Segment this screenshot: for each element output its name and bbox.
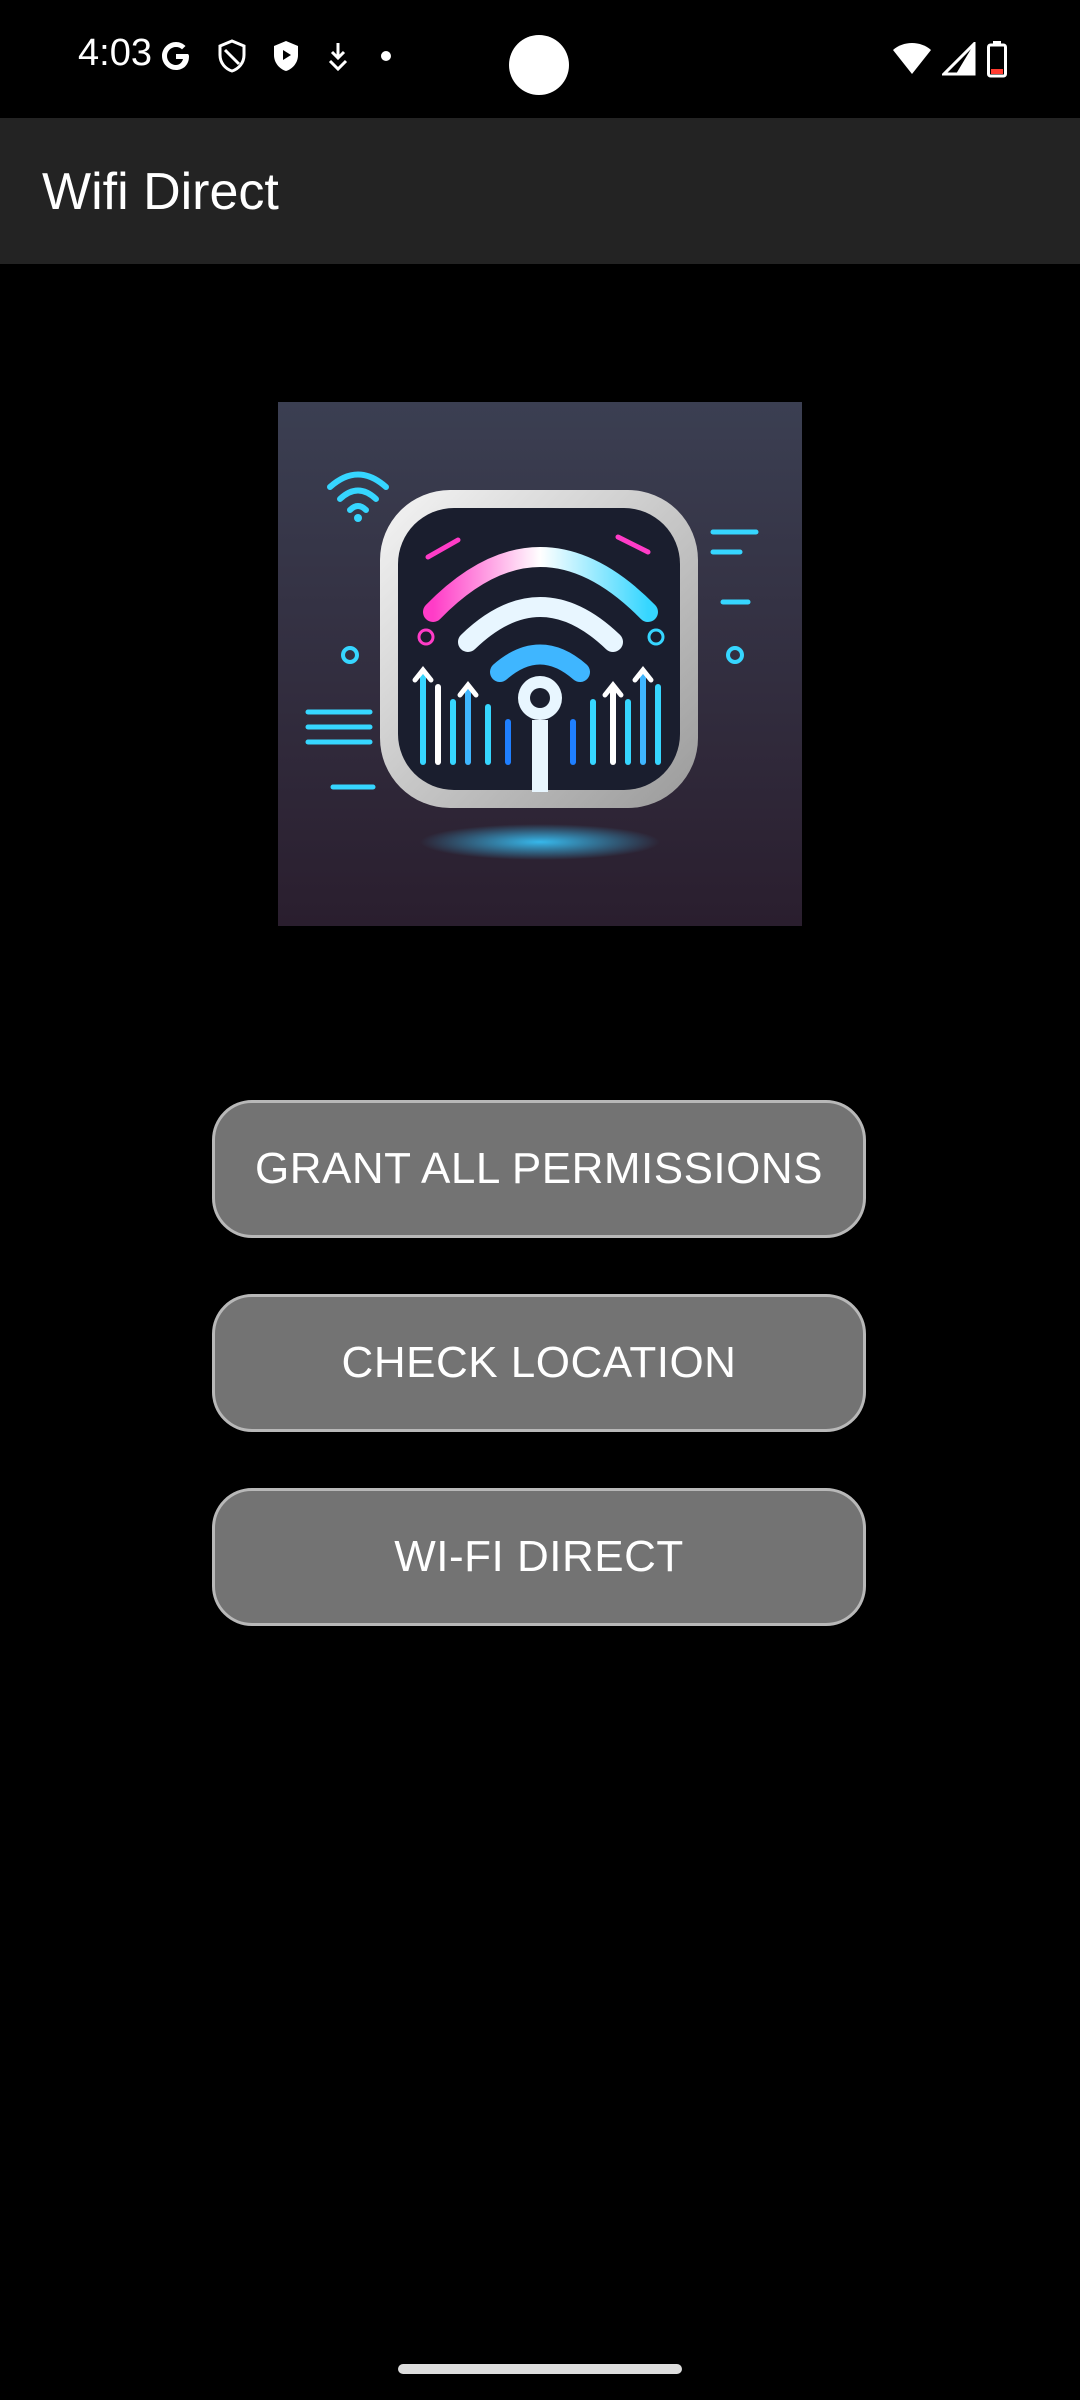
shield-filled-icon — [270, 38, 302, 74]
status-notification-icons — [158, 38, 398, 74]
app-bar: Wifi Direct — [0, 118, 1080, 264]
wifi-direct-button[interactable]: WI-FI DIRECT — [212, 1488, 866, 1626]
status-system-icons — [892, 40, 1008, 78]
status-bar: 4:03 — [0, 0, 1080, 118]
wifi-icon — [892, 42, 932, 76]
app-title: Wifi Direct — [42, 163, 279, 221]
wifi-direct-logo — [278, 402, 802, 926]
battery-icon — [986, 40, 1008, 78]
home-indicator[interactable] — [398, 2364, 682, 2374]
shield-outline-icon — [216, 38, 248, 74]
grant-all-permissions-button[interactable]: GRANT ALL PERMISSIONS — [212, 1100, 866, 1238]
dot-icon — [374, 44, 398, 68]
status-time: 4:03 — [78, 32, 152, 74]
screen: 4:03 Wifi Direct GRANT ALL PERMISSIONS C… — [0, 0, 1080, 2400]
cell-signal-icon — [942, 42, 976, 76]
google-g-icon — [158, 38, 194, 74]
download-arrow-icon — [324, 39, 352, 73]
camera-cutout — [509, 35, 569, 95]
check-location-button[interactable]: CHECK LOCATION — [212, 1294, 866, 1432]
